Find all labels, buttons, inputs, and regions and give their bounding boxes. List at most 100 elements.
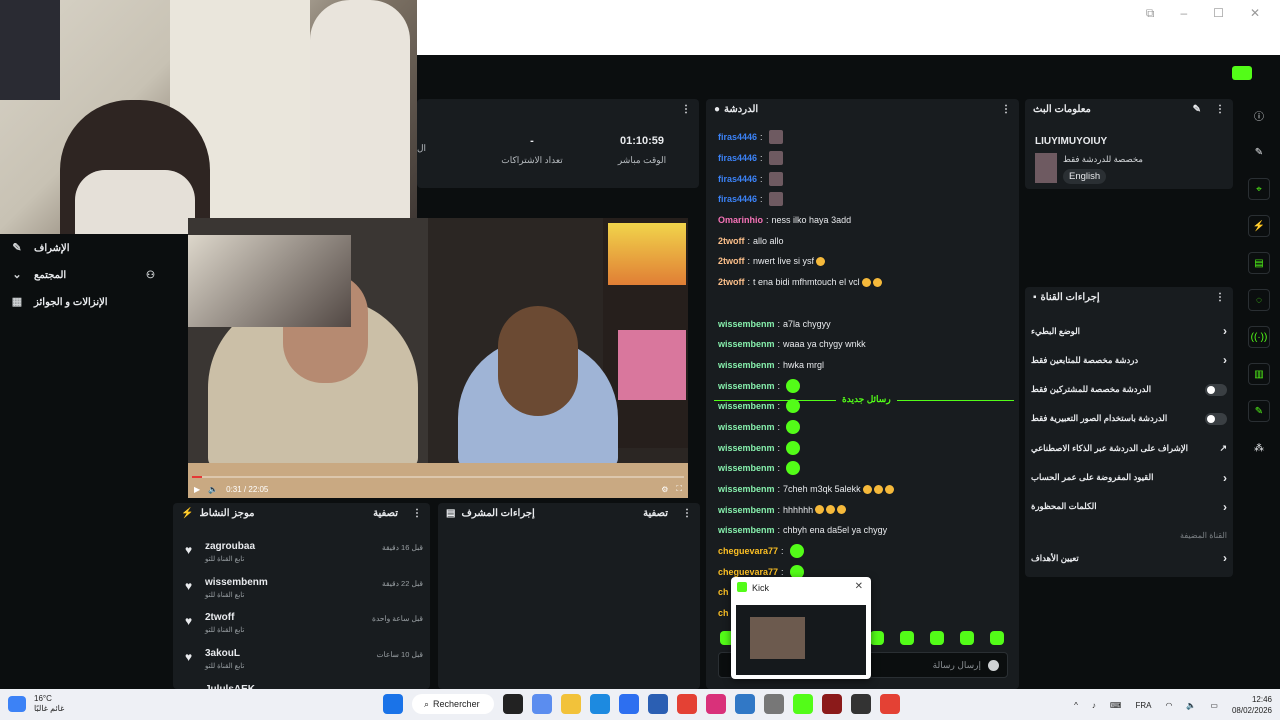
channel-action-row[interactable]: دردشة مخصصة للمتابعين فقط › xyxy=(1031,350,1227,370)
task-view-icon[interactable] xyxy=(503,694,523,714)
chat-username[interactable]: cheguevara77 xyxy=(718,567,778,577)
more-icon[interactable]: ⋮ xyxy=(412,508,422,519)
taskbar-search[interactable]: ⌕ Rechercher xyxy=(412,694,494,714)
channel-action-row[interactable]: الدردشة باستخدام الصور التعبيرية فقط xyxy=(1031,409,1227,429)
channel-action-row[interactable]: القيود المفروضة على عمر الحساب › xyxy=(1031,468,1227,488)
chat-username[interactable]: firas4446 xyxy=(718,174,757,184)
chevron-up-icon[interactable]: ^ xyxy=(1074,701,1078,710)
picture-in-picture-icon[interactable]: ⧉ xyxy=(1146,6,1155,21)
emote-button[interactable] xyxy=(960,631,974,645)
chrome-profile-icon[interactable] xyxy=(880,694,900,714)
close-icon[interactable]: ✕ xyxy=(1250,6,1260,21)
chrome-icon[interactable] xyxy=(677,694,697,714)
store-icon[interactable] xyxy=(648,694,668,714)
chat-username[interactable]: wissembenm xyxy=(718,443,775,453)
toggle-switch[interactable] xyxy=(1205,412,1227,425)
more-icon[interactable]: ⋮ xyxy=(1215,292,1225,303)
document-icon[interactable]: ▤ xyxy=(1248,252,1270,274)
copilot-icon[interactable] xyxy=(532,694,552,714)
info-icon[interactable]: ⓘ xyxy=(1248,104,1270,126)
pencil-icon[interactable]: ✎ xyxy=(1248,141,1270,163)
weather-icon[interactable] xyxy=(8,696,26,712)
chat-username[interactable]: wissembenm xyxy=(718,339,775,349)
emote-button[interactable] xyxy=(870,631,884,645)
activity-item[interactable]: ♥ 2twoff تابع القناة للتو قبل ساعة واحدة xyxy=(185,610,425,644)
nav-item-community[interactable]: ⌄ المجتمع ⚇ xyxy=(0,263,172,287)
filter-button[interactable]: تصفية xyxy=(643,508,668,519)
bolt-icon[interactable]: ⚡ xyxy=(1248,215,1270,237)
volume-icon[interactable]: 🔈 xyxy=(208,485,218,494)
video-progress[interactable] xyxy=(192,476,684,478)
language-indicator[interactable]: FRA xyxy=(1135,701,1151,710)
outlook-icon[interactable] xyxy=(619,694,639,714)
channel-action-row[interactable]: الدردشة مخصصة للمشتركين فقط xyxy=(1031,380,1227,400)
minimize-icon[interactable]: – xyxy=(1180,6,1187,21)
more-icon[interactable]: ⋮ xyxy=(682,508,692,519)
chat-icon[interactable]: ◌ xyxy=(1248,289,1270,311)
chat-username[interactable]: ch xyxy=(718,608,729,618)
wifi-icon[interactable]: ◠ xyxy=(1165,701,1172,710)
toggle-switch[interactable] xyxy=(1205,383,1227,396)
chat-username[interactable]: wissembenm xyxy=(718,360,775,370)
chat-username[interactable]: wissembenm xyxy=(718,505,775,515)
target-icon[interactable]: ⌖ xyxy=(1248,178,1270,200)
chat-username[interactable]: wissembenm xyxy=(718,401,775,411)
kick-icon[interactable] xyxy=(793,694,813,714)
chat-username[interactable]: wissembenm xyxy=(718,463,775,473)
chat-username[interactable]: wissembenm xyxy=(718,381,775,391)
chat-username[interactable]: cheguevara77 xyxy=(718,546,778,556)
channel-action-row[interactable]: الإشراف على الدردشة عبر الذكاء الاصطناعي… xyxy=(1031,438,1227,458)
chat-username[interactable]: ch xyxy=(718,587,729,597)
activity-item[interactable]: ♥ 3akouL تابع القناة للتو قبل 10 ساعات xyxy=(185,646,425,680)
more-icon[interactable]: ⋮ xyxy=(1001,104,1011,115)
fullscreen-icon[interactable]: ⛶ xyxy=(676,484,682,494)
chat-username[interactable]: wissembenm xyxy=(718,319,775,329)
broadcast-icon[interactable]: ((·)) xyxy=(1248,326,1270,348)
channel-action-row[interactable]: الكلمات المحظورة › xyxy=(1031,497,1227,517)
taskbar-preview-popup[interactable]: Kick ✕ xyxy=(731,577,871,679)
obs-icon[interactable] xyxy=(851,694,871,714)
emote-button[interactable] xyxy=(900,631,914,645)
chat-username[interactable]: wissembenm xyxy=(718,484,775,494)
chat-username[interactable]: firas4446 xyxy=(718,132,757,142)
usb-icon[interactable] xyxy=(764,694,784,714)
wrench-icon[interactable]: ✎ xyxy=(1248,400,1270,422)
speaker-icon[interactable]: 🔈 xyxy=(1186,701,1196,710)
chat-username[interactable]: 2twoff xyxy=(718,277,745,287)
cluster-icon[interactable]: ⁂ xyxy=(1248,437,1270,459)
activity-item[interactable]: ♥ zagroubaa تابع القناة للتو قبل 16 دقيقة xyxy=(185,539,425,573)
file-explorer-icon[interactable] xyxy=(561,694,581,714)
close-icon[interactable]: ✕ xyxy=(855,581,863,592)
maximize-icon[interactable]: ☐ xyxy=(1213,6,1224,21)
emote-button[interactable] xyxy=(930,631,944,645)
chat-username[interactable]: firas4446 xyxy=(718,153,757,163)
video-player[interactable]: ▶ 🔈 0:31 / 22:05 ⚙ ⛶ xyxy=(188,218,688,498)
keyboard-icon[interactable]: ⌨ xyxy=(1110,701,1122,710)
clock[interactable]: 12:46 08/02/2026 xyxy=(1232,694,1272,716)
nav-item-drops[interactable]: ▦ الإنزالات و الجوائز xyxy=(0,290,172,314)
opera-icon[interactable] xyxy=(822,694,842,714)
action-row-goals[interactable]: تعيين الأهداف › xyxy=(1031,548,1227,568)
channel-action-row[interactable]: الوضع البطيء › xyxy=(1031,321,1227,341)
layout-icon[interactable]: ▥ xyxy=(1248,363,1270,385)
chat-username[interactable]: wissembenm xyxy=(718,422,775,432)
nav-item-moderation[interactable]: ✎ الإشراف xyxy=(0,236,172,260)
mic-icon[interactable]: ♪ xyxy=(1092,701,1096,710)
filter-button[interactable]: تصفية xyxy=(373,508,398,519)
more-icon[interactable]: ⋮ xyxy=(681,104,691,115)
start-icon[interactable] xyxy=(383,694,403,714)
emoji-picker-icon[interactable] xyxy=(988,660,999,671)
chat-username[interactable]: 2twoff xyxy=(718,236,745,246)
pencil-icon[interactable]: ✎ xyxy=(1193,104,1201,115)
activity-item[interactable]: ♥ wissembenm تابع القناة للتو قبل 22 دقيقة xyxy=(185,575,425,609)
play-icon[interactable]: ▶ xyxy=(194,485,200,494)
battery-icon[interactable]: ▭ xyxy=(1210,701,1218,710)
weather-widget[interactable]: 16°C غائم غالبًا xyxy=(34,694,64,714)
chat-username[interactable]: firas4446 xyxy=(718,194,757,204)
settings-icon[interactable]: ⚙ xyxy=(661,485,668,494)
photos-icon[interactable] xyxy=(735,694,755,714)
instagram-icon[interactable] xyxy=(706,694,726,714)
edge-icon[interactable] xyxy=(590,694,610,714)
chat-username[interactable]: Omarinhio xyxy=(718,215,763,225)
user-avatar[interactable] xyxy=(1232,66,1252,80)
